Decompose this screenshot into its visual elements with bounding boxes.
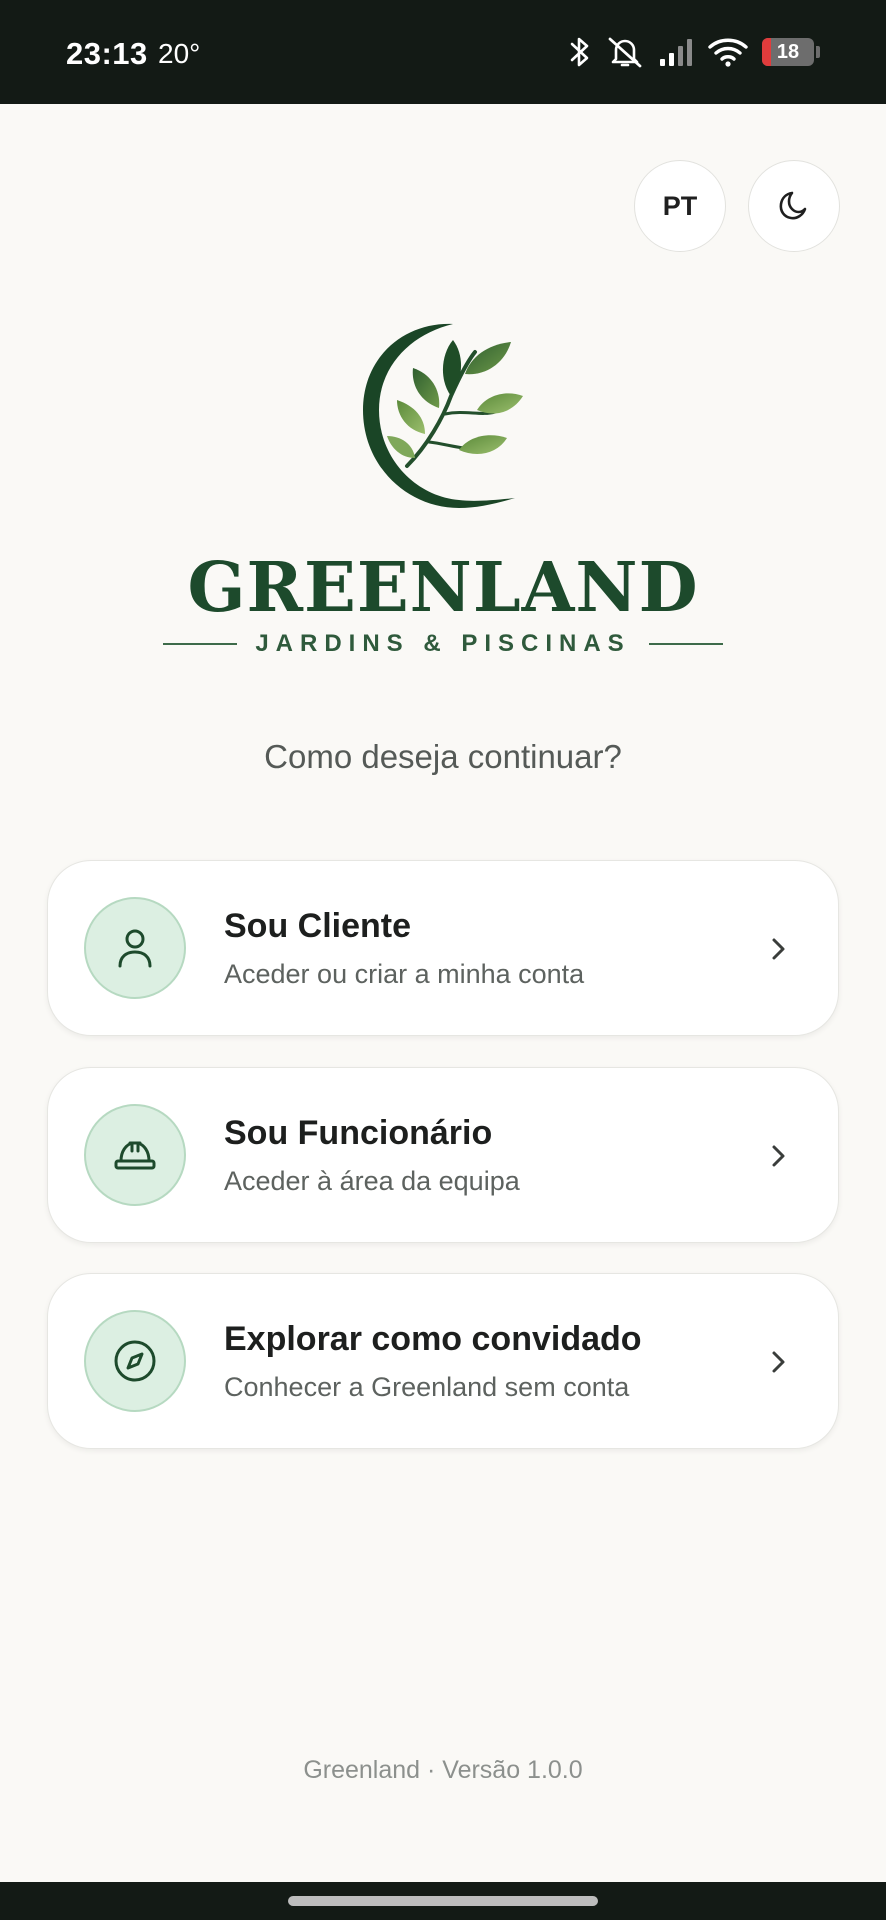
continue-question: Como deseja continuar? [264,738,622,775]
language-label: PT [662,190,698,221]
user-icon [118,929,152,968]
greenland-logo-emblem [363,323,523,508]
chevron-right-icon [772,938,785,960]
compass-icon [114,1340,156,1382]
home-gesture-handle[interactable] [288,1896,598,1906]
option-subtitle: Conhecer a Greenland sem conta [224,1372,630,1402]
option-title: Sou Funcionário [224,1114,493,1152]
employee-icon-circle [84,1104,186,1206]
signal-icon [660,39,692,66]
battery-icon: 18 [762,38,814,66]
option-client-card[interactable]: Sou Cliente Aceder ou criar a minha cont… [47,860,839,1036]
option-guest-card[interactable]: Explorar como convidado Conhecer a Green… [47,1273,839,1449]
option-title: Sou Cliente [224,907,412,945]
status-bar: 23:13 20° 18 [0,0,886,104]
option-subtitle: Aceder à área da equipa [224,1166,520,1196]
welcome-screen: 23:13 20° 18 PT GREENLAND JARDINS & PISC… [0,0,886,1920]
tagline-divider-right [648,643,723,645]
option-subtitle: Aceder ou criar a minha conta [224,959,585,989]
option-employee-card[interactable]: Sou Funcionário Aceder à área da equipa [47,1067,839,1243]
battery-level: 18 [776,40,800,63]
version-label: Greenland · Versão 1.0.0 [303,1756,583,1784]
guest-icon-circle [84,1310,186,1412]
moon-icon [779,191,807,220]
battery-tip [816,46,820,58]
client-icon-circle [84,897,186,999]
status-temperature: 20° [158,38,201,69]
chevron-right-icon [772,1145,785,1167]
brand-tagline-row: JARDINS & PISCINAS [0,630,886,658]
chevron-right-icon [772,1351,785,1373]
hard-hat-icon [114,1141,156,1170]
bluetooth-icon [570,37,589,67]
battery-fill [762,38,772,66]
brand-tagline: JARDINS & PISCINAS [255,630,631,657]
theme-toggle-button[interactable] [748,160,840,252]
tagline-divider-left [163,643,238,645]
language-button[interactable]: PT [634,160,726,252]
option-title: Explorar como convidado [224,1320,642,1358]
navigation-bar [0,1882,886,1920]
status-time: 23:13 [66,36,148,71]
wifi-icon [708,38,748,67]
bell-off-icon [608,37,642,68]
status-icons: 18 [568,34,820,70]
brand-name: GREENLAND [187,548,699,628]
